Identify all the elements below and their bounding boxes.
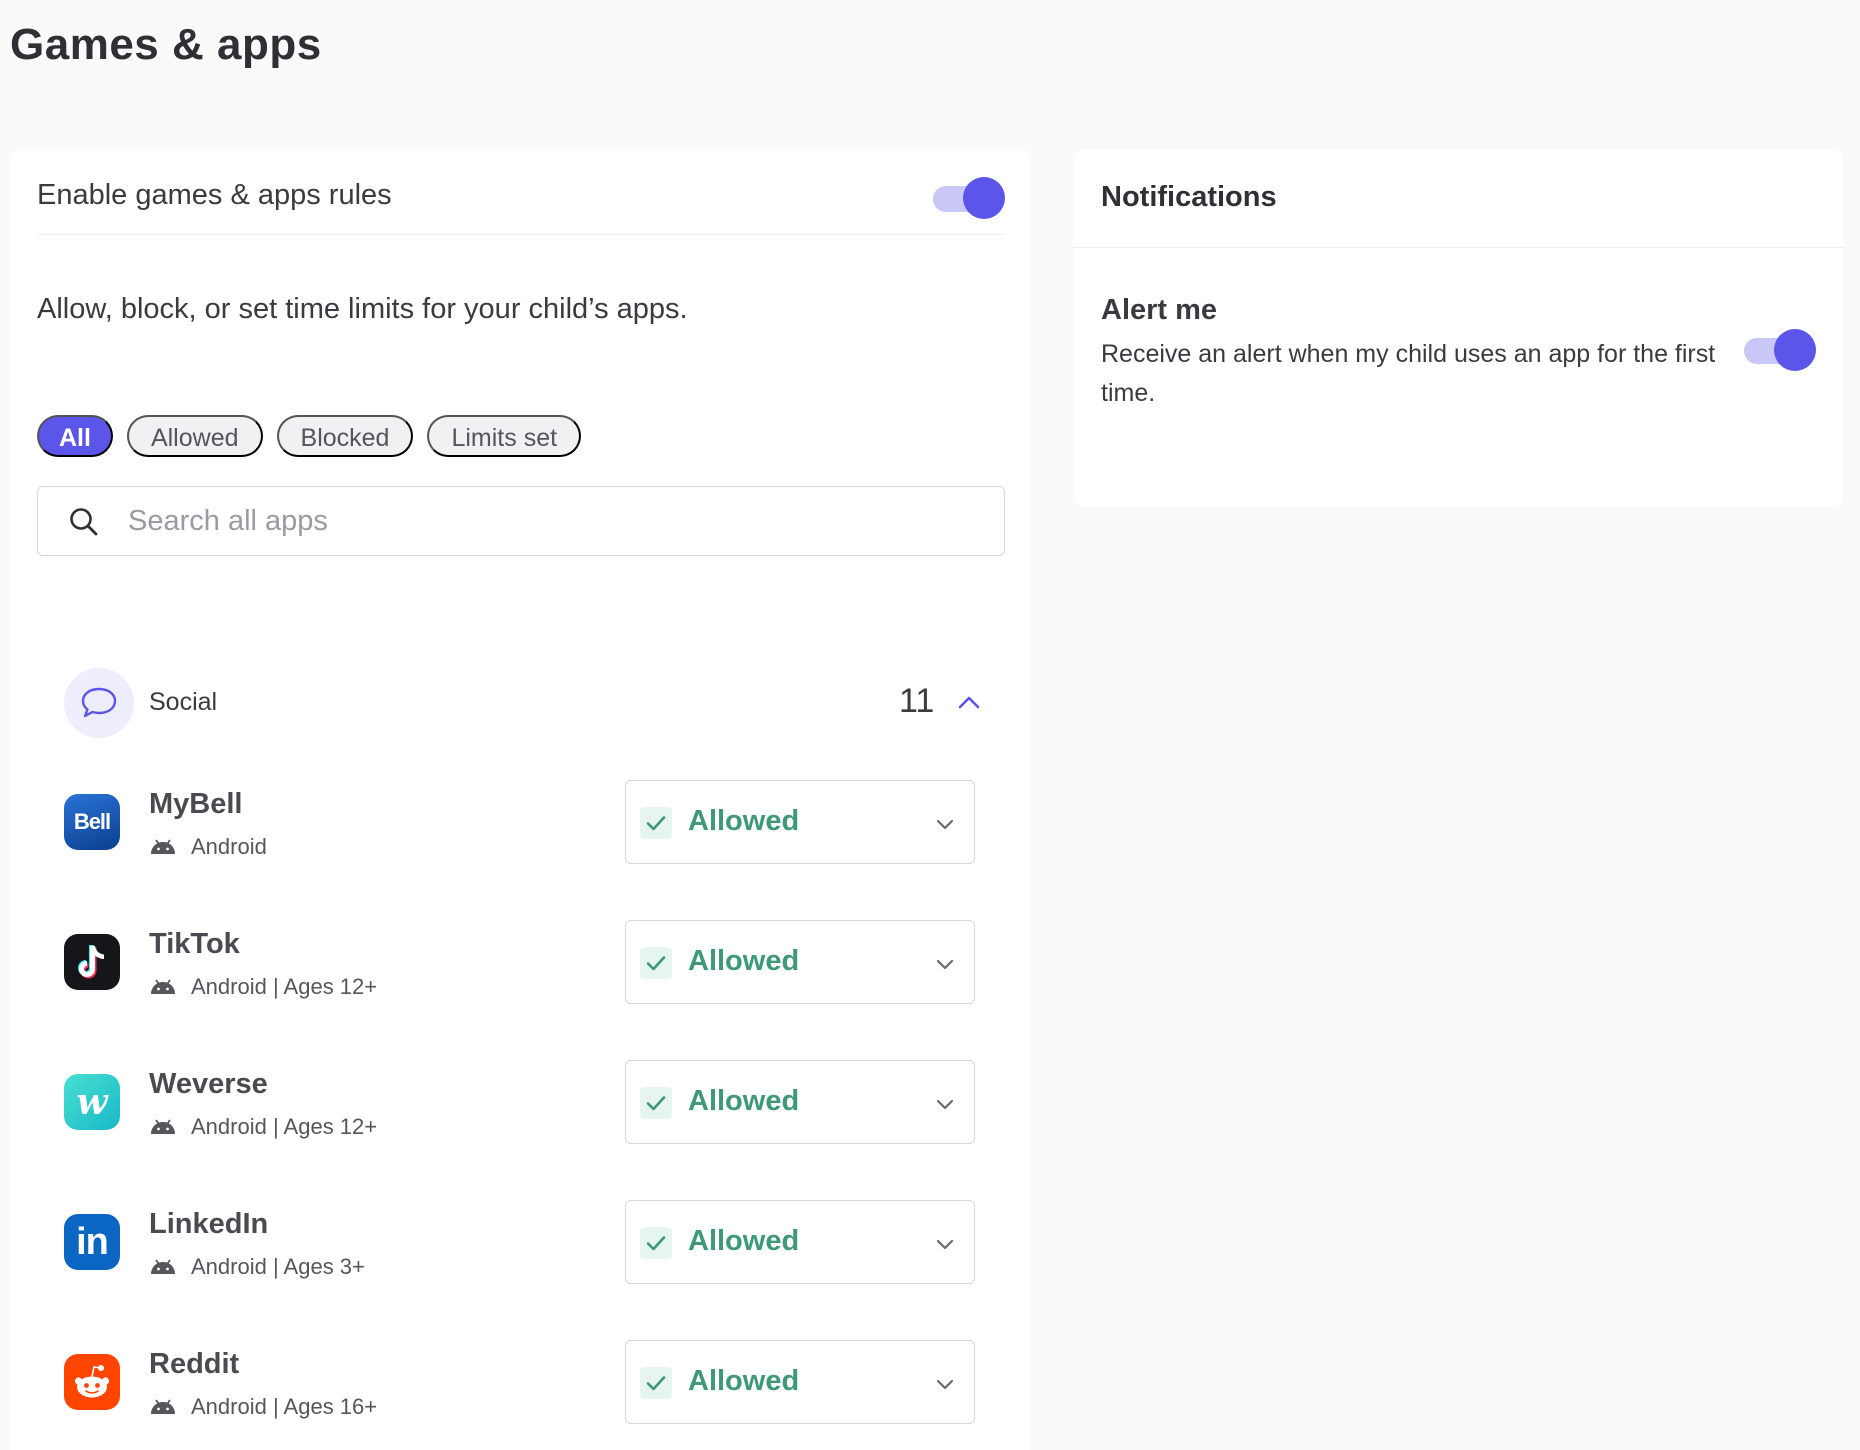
- weverse-app-icon: w: [64, 1074, 120, 1130]
- filter-chip-all[interactable]: All: [37, 415, 113, 457]
- check-icon: [640, 807, 672, 839]
- app-row-mybell: Bell MyBell Android Allowed: [64, 780, 986, 864]
- reddit-app-icon: [64, 1354, 120, 1410]
- page: Games & apps Enable games & apps rules A…: [0, 0, 1860, 1450]
- app-platform: Android | Ages 16+: [191, 1394, 378, 1419]
- app-meta: Android | Ages 12+: [149, 1114, 377, 1140]
- app-row-tiktok: TikTok Android | Ages 12+ Allowed: [64, 920, 986, 1004]
- toggle-knob: [963, 177, 1005, 219]
- status-dropdown[interactable]: Allowed: [625, 1060, 975, 1144]
- app-meta: Android: [149, 834, 267, 860]
- category-social[interactable]: Social 11: [64, 668, 1004, 738]
- chevron-down-icon: [936, 959, 954, 970]
- app-row-linkedin: in LinkedIn Android | Ages 3+ Allowed: [64, 1200, 986, 1284]
- app-name: LinkedIn: [149, 1208, 269, 1240]
- chevron-down-icon: [936, 1239, 954, 1250]
- enable-rules-label: Enable games & apps rules: [37, 179, 392, 211]
- tiktok-app-icon: [64, 934, 120, 990]
- status-label: Allowed: [688, 945, 800, 977]
- alert-description: Receive an alert when my child uses an a…: [1101, 340, 1716, 407]
- app-meta: Android | Ages 16+: [149, 1394, 377, 1420]
- app-name: MyBell: [149, 788, 243, 820]
- app-row-reddit: Reddit Android | Ages 16+ Allowed: [64, 1340, 986, 1424]
- android-icon: [151, 839, 175, 854]
- android-icon: [151, 1119, 175, 1134]
- search-box: [37, 486, 1005, 556]
- app-platform: Android | Ages 12+: [191, 974, 378, 999]
- android-icon: [151, 1259, 175, 1274]
- status-label: Allowed: [688, 1085, 800, 1117]
- status-dropdown[interactable]: Allowed: [625, 1200, 975, 1284]
- status-dropdown[interactable]: Allowed: [625, 780, 975, 864]
- app-platform: Android | Ages 12+: [191, 1114, 378, 1139]
- chevron-down-icon: [936, 819, 954, 830]
- enable-rules-toggle[interactable]: [933, 177, 1005, 219]
- check-icon: [640, 1367, 672, 1399]
- alert-toggle[interactable]: [1744, 329, 1816, 371]
- search-icon: [70, 508, 98, 536]
- app-name: TikTok: [149, 928, 240, 960]
- status-dropdown[interactable]: Allowed: [625, 1340, 975, 1424]
- divider: [1073, 247, 1843, 248]
- chevron-down-icon: [936, 1099, 954, 1110]
- page-title: Games & apps: [10, 20, 322, 69]
- chevron-up-icon[interactable]: [956, 690, 982, 716]
- notifications-card: Notifications Alert me Receive an alert …: [1073, 149, 1843, 507]
- chevron-down-icon: [936, 1379, 954, 1390]
- check-icon: [640, 1227, 672, 1259]
- check-icon: [640, 947, 672, 979]
- linkedin-app-icon: in: [64, 1214, 120, 1270]
- status-label: Allowed: [688, 805, 800, 837]
- status-label: Allowed: [688, 1225, 800, 1257]
- notifications-title: Notifications: [1101, 181, 1277, 213]
- app-meta: Android | Ages 12+: [149, 974, 377, 1000]
- android-icon: [151, 1399, 175, 1414]
- app-meta: Android | Ages 3+: [149, 1254, 365, 1280]
- chat-bubble-icon: [64, 668, 134, 738]
- app-platform: Android: [191, 834, 267, 859]
- enable-rules-row: Enable games & apps rules: [37, 149, 1005, 235]
- rules-description: Allow, block, or set time limits for you…: [37, 293, 688, 325]
- toggle-knob: [1774, 329, 1816, 371]
- status-label: Allowed: [688, 1365, 800, 1397]
- app-platform: Android | Ages 3+: [191, 1254, 365, 1279]
- app-name: Weverse: [149, 1068, 268, 1100]
- status-dropdown[interactable]: Allowed: [625, 920, 975, 1004]
- app-name: Reddit: [149, 1348, 240, 1380]
- category-count: 11: [899, 682, 935, 720]
- filter-chips: All Allowed Blocked Limits set: [37, 415, 582, 457]
- android-icon: [151, 979, 175, 994]
- mybell-app-icon: Bell: [64, 794, 120, 850]
- category-label: Social: [149, 688, 218, 716]
- filter-chip-blocked[interactable]: Blocked: [276, 415, 414, 457]
- filter-chip-limits-set[interactable]: Limits set: [427, 415, 582, 457]
- games-apps-card: Enable games & apps rules Allow, block, …: [10, 149, 1031, 1450]
- app-row-weverse: w Weverse Android | Ages 12+ Allowed: [64, 1060, 986, 1144]
- check-icon: [640, 1087, 672, 1119]
- filter-chip-allowed[interactable]: Allowed: [126, 415, 263, 457]
- search-input[interactable]: [128, 487, 988, 555]
- alert-title: Alert me: [1101, 294, 1218, 326]
